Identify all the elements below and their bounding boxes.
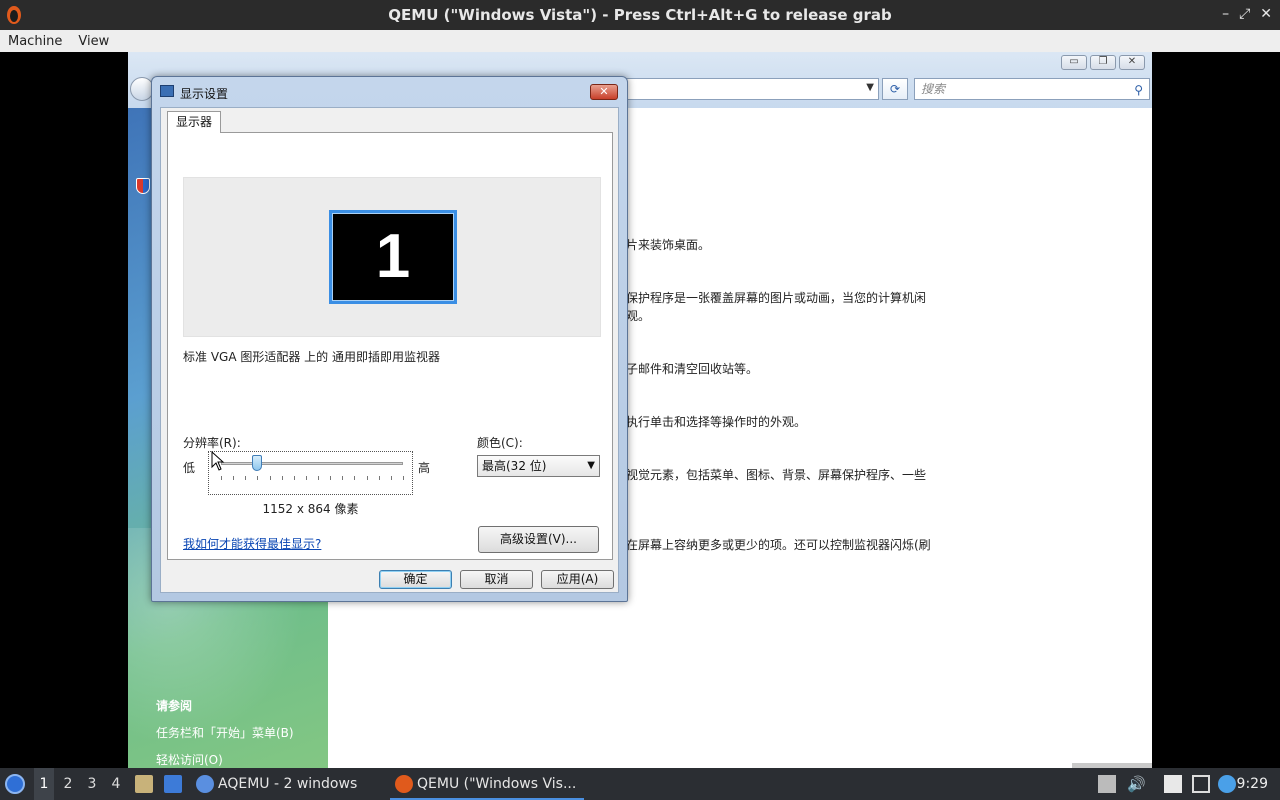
menu-machine[interactable]: Machine <box>0 34 70 49</box>
taskbar-item-qemu[interactable]: QEMU ("Windows Vis... <box>390 768 584 800</box>
slider-thumb[interactable] <box>252 455 263 471</box>
ok-button[interactable]: 确定 <box>379 570 452 589</box>
cancel-button[interactable]: 取消 <box>460 570 533 589</box>
color-label: 颜色(C): <box>477 436 523 450</box>
advanced-settings-button[interactable]: 高级设置(V)... <box>478 526 599 553</box>
desc-screensaver-line2: 观。 <box>626 309 651 323</box>
aqemu-task-icon <box>196 775 214 793</box>
guest-restore-button[interactable]: ❐ <box>1090 55 1116 70</box>
apply-button[interactable]: 应用(A) <box>541 570 614 589</box>
see-also-section: 请参阅 任务栏和「开始」菜单(B) 轻松访问(O) <box>156 693 294 768</box>
slider-tick <box>257 476 259 480</box>
slider-tick <box>233 476 235 480</box>
chevron-down-icon[interactable]: ▼ <box>587 456 595 476</box>
dropdown-arrow-icon[interactable]: ▼ <box>866 82 874 93</box>
resolution-high-label: 高 <box>418 461 431 475</box>
monitor-1-tile[interactable]: 1 <box>329 210 457 304</box>
slider-tick <box>378 476 380 480</box>
dialog-body: 显示器 1 标准 VGA 图形适配器 上的 通用即插即用监视器 分辨率(R): … <box>160 107 619 593</box>
clipboard-icon[interactable] <box>1164 775 1182 793</box>
desc-theme: 视觉元素，包括菜单、图标、背景、屏幕保护程序、一些 <box>626 468 927 482</box>
display-settings-dialog: 显示设置 ✕ 显示器 1 标准 VGA 图形适配器 上的 通用即插即用监视器 分… <box>151 76 628 602</box>
file-manager-icon[interactable] <box>135 775 153 793</box>
host-taskbar: 1 2 3 4 AQEMU - 2 windows QEMU ("Windows… <box>0 768 1280 800</box>
workspace-2[interactable]: 2 <box>58 768 78 800</box>
resolution-slider[interactable] <box>208 451 413 495</box>
clock: 9:29 <box>1236 776 1268 792</box>
tray-eject-icon[interactable] <box>1098 775 1116 793</box>
slider-tick <box>281 476 283 480</box>
slider-tick <box>342 476 344 480</box>
search-placeholder: 搜索 <box>921 82 946 96</box>
slider-tick <box>330 476 332 480</box>
address-bar[interactable]: ▼ <box>623 78 879 100</box>
slider-tick <box>221 476 222 480</box>
host-window-title: QEMU ("Windows Vista") - Press Ctrl+Alt+… <box>388 6 892 24</box>
dialog-title: 显示设置 <box>180 87 229 101</box>
slider-tick <box>403 476 404 480</box>
resolution-label: 分辨率(R): <box>183 436 241 450</box>
see-also-taskbar-link[interactable]: 任务栏和「开始」菜单(B) <box>156 720 294 747</box>
search-input[interactable]: 搜索 ⚲ <box>914 78 1150 100</box>
slider-tick <box>305 476 307 480</box>
workspace-3[interactable]: 3 <box>82 768 102 800</box>
guest-minimize-button[interactable]: ▭ <box>1061 55 1087 70</box>
guest-close-button[interactable]: ✕ <box>1119 55 1145 70</box>
see-also-header: 请参阅 <box>156 699 193 713</box>
host-titlebar: QEMU ("Windows Vista") - Press Ctrl+Alt+… <box>0 0 1280 30</box>
slider-tick <box>293 476 295 480</box>
slider-ticks <box>221 476 404 480</box>
taskbar-item-aqemu[interactable]: AQEMU - 2 windows <box>218 768 357 800</box>
close-icon[interactable]: ✕ <box>1260 6 1272 22</box>
slider-tick <box>390 476 392 480</box>
minimize-icon[interactable]: – <box>1222 6 1229 22</box>
slider-tick <box>245 476 247 480</box>
desktop-icon[interactable] <box>164 775 182 793</box>
desc-screensaver-line1: 保护程序是一张覆盖屏幕的图片或动画，当您的计算机闲 <box>626 291 927 305</box>
notification-icon[interactable] <box>1218 775 1236 793</box>
see-also-accessibility-link[interactable]: 轻松访问(O) <box>156 747 294 768</box>
network-icon[interactable] <box>1192 775 1210 793</box>
maximize-icon[interactable]: ⤢ <box>1239 6 1250 22</box>
workspace-1[interactable]: 1 <box>34 768 54 800</box>
display-settings-icon <box>160 85 174 97</box>
desc-display-settings: 在屏幕上容纳更多或更少的项。还可以控制监视器闪烁(刷 <box>626 538 931 552</box>
refresh-button[interactable]: ⟳ <box>882 78 908 100</box>
slider-tick <box>318 476 320 480</box>
volume-icon[interactable]: 🔊 <box>1127 775 1146 793</box>
resolution-value: 1152 x 864 像素 <box>262 502 359 516</box>
best-display-help-link[interactable]: 我如何才能获得最佳显示? <box>183 535 321 552</box>
desc-desktop-background: 片来装饰桌面。 <box>626 238 711 252</box>
search-icon[interactable]: ⚲ <box>1134 80 1143 100</box>
host-menubar: Machine View <box>0 30 1280 52</box>
slider-tick <box>354 476 356 480</box>
dialog-close-button[interactable]: ✕ <box>590 84 618 100</box>
tab-monitor[interactable]: 显示器 <box>167 111 222 133</box>
menu-view[interactable]: View <box>70 34 117 49</box>
color-quality-select[interactable]: 最高(32 位) ▼ <box>477 455 600 477</box>
slider-track[interactable] <box>221 462 403 465</box>
host-window-controls: – ⤢ ✕ <box>1222 6 1272 22</box>
workspace-4[interactable]: 4 <box>106 768 126 800</box>
color-quality-value: 最高(32 位) <box>482 459 547 473</box>
desc-mouse-pointers: 执行单击和选择等操作时的外观。 <box>626 415 807 429</box>
desc-sounds: 子邮件和清空回收站等。 <box>626 362 759 376</box>
slider-tick <box>269 476 271 480</box>
monitor-tab-panel: 1 标准 VGA 图形适配器 上的 通用即插即用监视器 分辨率(R): 颜色(C… <box>167 132 613 560</box>
mouse-cursor-icon <box>211 451 225 471</box>
monitor-preview-area: 1 <box>183 177 601 337</box>
device-label: 标准 VGA 图形适配器 上的 通用即插即用监视器 <box>183 350 440 364</box>
uac-shield-icon <box>136 178 150 194</box>
start-menu-icon[interactable] <box>5 774 25 794</box>
slider-tick <box>366 476 368 480</box>
resolution-low-label: 低 <box>183 461 196 475</box>
